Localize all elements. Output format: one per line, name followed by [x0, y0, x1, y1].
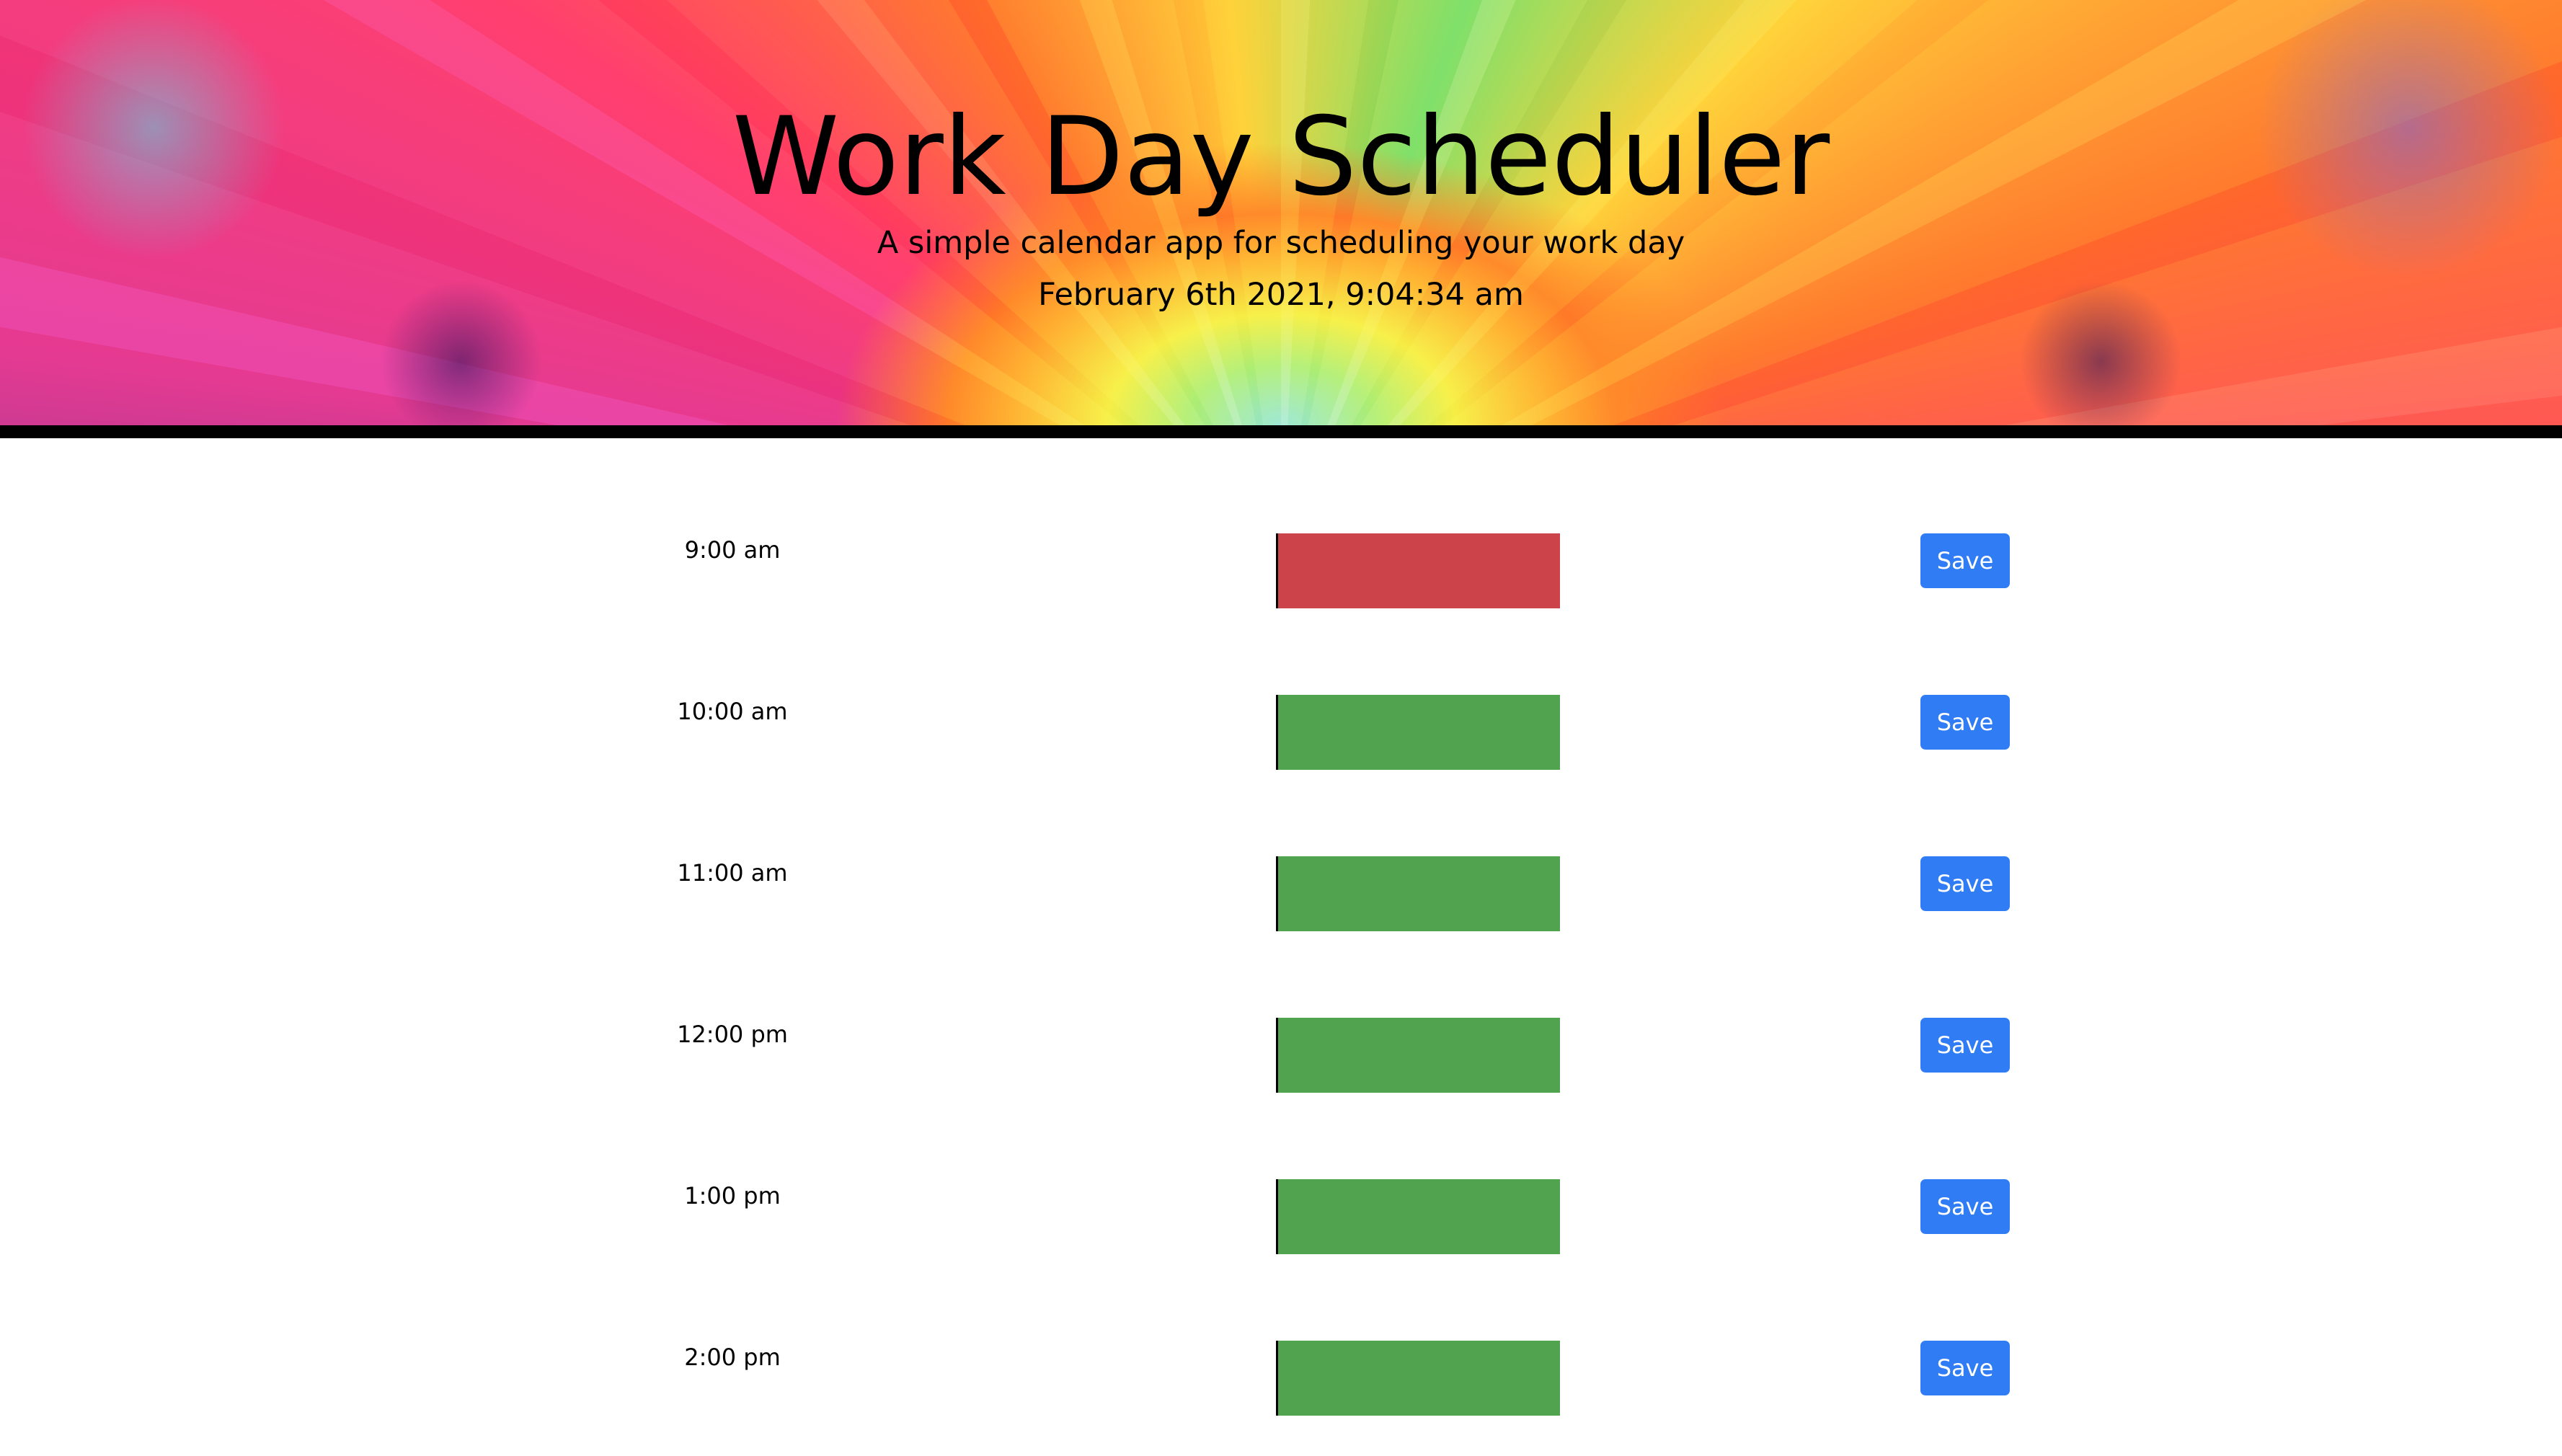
- time-block-row: 9:00 am Save: [0, 533, 2562, 642]
- time-block-row: 1:00 pm Save: [0, 1179, 2562, 1287]
- header-divider: [0, 425, 2562, 438]
- page-title: Work Day Scheduler: [732, 94, 1830, 220]
- event-textarea[interactable]: [1276, 533, 1560, 608]
- save-button[interactable]: Save: [1920, 1341, 2010, 1395]
- save-button[interactable]: Save: [1920, 856, 2010, 911]
- hour-label: 12:00 pm: [677, 1021, 788, 1048]
- save-button[interactable]: Save: [1920, 533, 2010, 588]
- time-block-row: 10:00 am Save: [0, 695, 2562, 803]
- time-block-row: 12:00 pm Save: [0, 1018, 2562, 1126]
- hour-label: 10:00 am: [677, 698, 788, 725]
- time-block-row: 2:00 pm Save: [0, 1341, 2562, 1449]
- event-textarea[interactable]: [1276, 695, 1560, 770]
- hour-label: 11:00 am: [677, 859, 788, 887]
- time-block-row: 11:00 am Save: [0, 856, 2562, 964]
- event-textarea[interactable]: [1276, 1018, 1560, 1093]
- save-button[interactable]: Save: [1920, 1179, 2010, 1234]
- hour-label: 2:00 pm: [684, 1344, 781, 1371]
- event-textarea[interactable]: [1276, 856, 1560, 931]
- save-button[interactable]: Save: [1920, 1018, 2010, 1073]
- current-datetime: February 6th 2021, 9:04:34 am: [1038, 277, 1524, 313]
- event-textarea[interactable]: [1276, 1341, 1560, 1416]
- save-button[interactable]: Save: [1920, 695, 2010, 750]
- hour-label: 1:00 pm: [684, 1182, 781, 1209]
- event-textarea[interactable]: [1276, 1179, 1560, 1254]
- hour-label: 9:00 am: [684, 536, 781, 564]
- page-subtitle: A simple calendar app for scheduling you…: [877, 225, 1685, 261]
